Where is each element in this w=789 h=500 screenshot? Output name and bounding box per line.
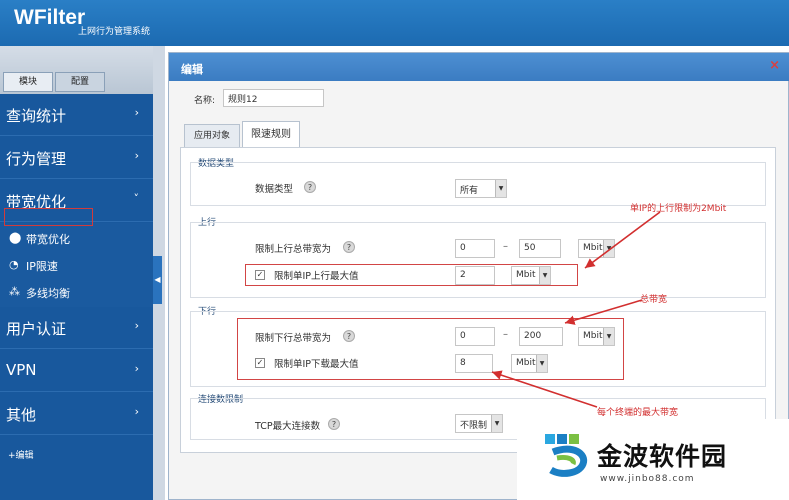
arrow-total bbox=[564, 299, 643, 325]
annotation-total: 总带宽 bbox=[640, 295, 668, 305]
watermark-text: 金波软件园 bbox=[597, 442, 728, 471]
annotation-per-terminal: 每个终端的最大带宽 bbox=[597, 408, 679, 418]
arrow-single-up bbox=[584, 211, 661, 269]
watermark-url: www.jinbo88.com bbox=[600, 474, 695, 484]
watermark-logo-icon bbox=[545, 434, 588, 477]
annotation-single-up: 单IP的上行限制为2Mbit bbox=[630, 204, 727, 214]
arrow-per-terminal bbox=[491, 370, 598, 408]
